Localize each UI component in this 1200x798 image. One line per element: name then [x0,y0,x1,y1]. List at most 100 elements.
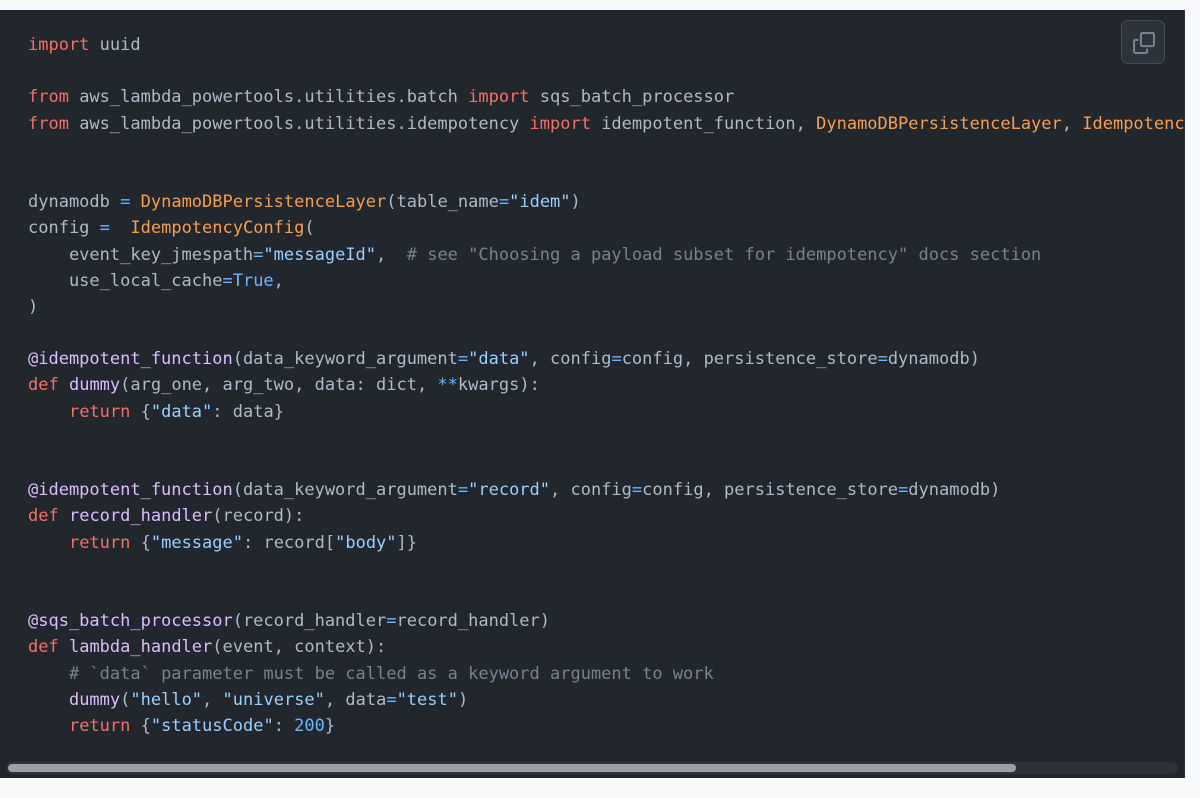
code-line: @idempotent_function(data_keyword_argume… [28,477,1184,503]
code-token: IdempotencyConfig [130,218,305,239]
code-line: config = IdempotencyConfig( [28,215,1184,241]
code-token: = [99,218,110,239]
code-token: = [386,689,397,710]
code-token: dynamodb) [887,349,980,370]
code-token: return [68,401,131,422]
code-token: (record_handler [232,611,387,632]
code-token: dynamodb) [908,480,1001,501]
code-token: aws_lambda_powertools.utilities.idempote… [68,113,530,134]
code-token: "universe" [222,689,325,710]
code-token: , [202,689,223,710]
copy-icon [1133,32,1155,54]
code-token: @sqs_batch_processor [28,611,233,632]
code-line: dynamodb = DynamoDBPersistenceLayer(tabl… [28,189,1184,215]
code-token: "body" [335,532,397,553]
code-token: = [457,480,469,501]
code-token: config, persistence_store [621,349,878,370]
code-token: @idempotent_function [28,480,233,501]
code-token: (data_keyword_argument [232,349,458,370]
code-token: import [28,35,90,55]
code-token: : data} [212,401,284,422]
code-token: : record[ [242,532,336,553]
code-line: return {"data": data} [28,399,1184,425]
code-token: "record" [468,480,551,501]
code-token: @idempotent_function [28,349,233,370]
code-token: sqs_batch_processor [529,87,735,108]
code-token: uuid [89,35,141,55]
code-token: ]} [396,532,418,553]
code-token: config [28,218,100,239]
code-token: , config [529,349,612,370]
code-line: import uuid [28,32,1184,58]
code-token: (record): [212,506,305,527]
code-token: event_key_jmespath [28,244,254,265]
code-token: dynamodb [28,192,121,213]
code-token: "idem" [509,192,571,213]
code-line: def lambda_handler(event, context): [28,634,1184,660]
code-token: "messageId" [263,244,377,265]
code-line: from aws_lambda_powertools.utilities.bat… [28,84,1184,110]
code-line: @sqs_batch_processor(record_handler=reco… [28,608,1184,634]
code-line: dummy("hello", "universe", data="test") [28,687,1184,713]
code-token: = [877,349,888,370]
code-token: 200 [294,715,325,736]
code-token: { [130,401,151,422]
horizontal-scrollbar[interactable] [6,762,1178,774]
code-token: def [28,506,59,527]
code-token: { [130,715,151,736]
code-token: lambda_handler [68,637,213,658]
code-token: , [1061,113,1083,134]
code-token: = [222,270,233,291]
code-token: True [232,270,274,291]
code-token: } [324,715,336,736]
code-token: : [273,715,295,736]
code-token: "data" [150,401,213,422]
code-token: , [376,244,407,265]
code-token: "statusCode" [150,715,274,736]
code-token: use_local_cache [28,270,223,291]
code-token: IdempotencyConfig [1082,113,1184,134]
code-token: = [457,349,469,370]
code-line: event_key_jmespath="messageId", # see "C… [28,242,1184,268]
scrollbar-thumb[interactable] [8,764,1016,772]
code-token: ) [28,296,39,317]
code-token: idempotent_function, [590,113,817,134]
code-line: def record_handler(record): [28,503,1184,529]
code-token: def [28,637,59,658]
code-line: return {"message": record["body"]} [28,530,1184,556]
code-token: dummy [68,375,121,396]
code-line: # `data` parameter must be called as a k… [28,661,1184,687]
code-token: import [529,113,591,134]
code-token: from [28,87,69,108]
code-token: (arg_one, arg_two, data: dict, [120,375,438,396]
copy-button[interactable] [1121,20,1165,64]
code-block: import uuid from aws_lambda_powertools.u… [0,10,1185,778]
code-token: = [386,611,397,632]
code-line: @idempotent_function(data_keyword_argume… [28,346,1184,372]
code-token: import [468,87,530,108]
code-token: return [68,715,131,736]
code-line: use_local_cache=True, [28,268,1184,294]
code-scroll-area[interactable]: import uuid from aws_lambda_powertools.u… [28,32,1184,754]
code-token: ) [570,192,581,213]
code-token: (data_keyword_argument [232,480,458,501]
code-line: from aws_lambda_powertools.utilities.ide… [28,111,1184,137]
code-content: import uuid from aws_lambda_powertools.u… [28,32,1184,739]
code-token: ) [457,689,469,710]
code-token: { [130,532,151,553]
code-token: , [273,270,284,291]
code-line: return {"statusCode": 200} [28,713,1184,739]
code-token: ( [120,689,131,710]
